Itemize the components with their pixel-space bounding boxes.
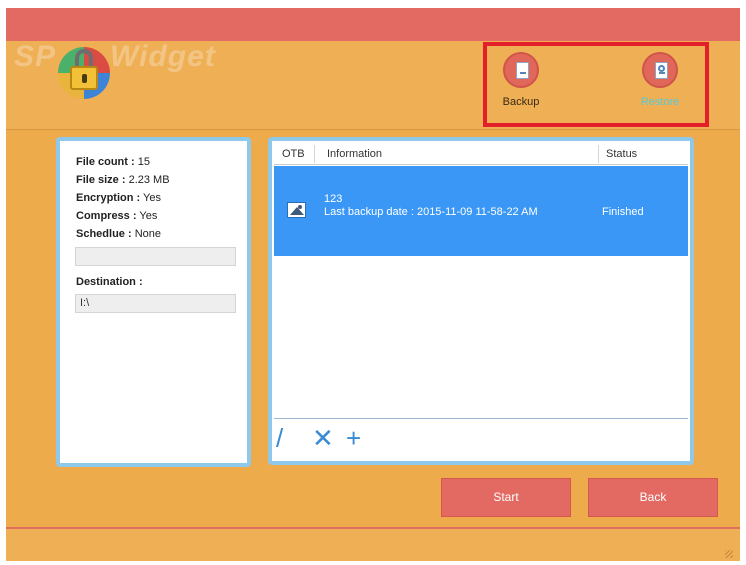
restore-icon [642,52,678,88]
destination-field[interactable]: I:\ [75,294,236,313]
app-logo-text: SP Widget [14,40,216,74]
encryption-row: Encryption : Yes [76,192,161,204]
encryption-value: Yes [143,192,161,204]
row-info: Last backup date : 2015-11-09 11-58-22 A… [324,206,538,218]
file-size-label: File size : [76,174,126,186]
table-footer-divider [274,418,688,419]
schedule-value: None [134,228,161,240]
file-count-value: 15 [137,156,150,168]
schedule-row: Schedlue : None [76,228,161,240]
edit-icon[interactable]: / [276,423,283,453]
compress-label: Compress : [76,210,137,222]
row-name: 123 [324,193,343,205]
column-information[interactable]: Information [327,148,382,160]
schedule-field[interactable] [75,247,236,266]
compress-value: Yes [139,210,158,222]
back-button[interactable]: Back [588,478,718,517]
title-bar[interactable] [6,8,740,41]
delete-icon[interactable]: ✕ [312,423,334,453]
status-bar [6,527,740,561]
file-count-label: File count : [76,156,135,168]
lock-icon [70,47,98,91]
compress-row: Compress : Yes [76,210,157,222]
backup-button[interactable]: Backup [486,52,556,118]
column-status[interactable]: Status [606,148,637,160]
file-size-row: File size : 2.23 MB [76,174,170,186]
backup-list-panel: OTB Information Status 123 Last backup d… [268,137,694,465]
destination-row: Destination : [76,276,143,288]
image-icon [287,202,306,218]
start-button[interactable]: Start [441,478,571,517]
backup-icon [503,52,539,88]
restore-button[interactable]: Restore [625,52,695,118]
encryption-label: Encryption : [76,192,141,204]
add-icon[interactable]: + [346,423,361,453]
file-count-row: File count : 15 [76,156,150,168]
column-otb[interactable]: OTB [282,148,305,160]
destination-label: Destination : [76,276,143,288]
logo-text-right: Widget [110,40,216,73]
logo-text-left: SP [14,40,57,73]
restore-label: Restore [640,96,680,108]
backup-summary-panel: File count : 15 File size : 2.23 MB Encr… [56,137,251,467]
file-size-value: 2.23 MB [128,174,170,186]
row-status: Finished [602,206,644,218]
schedule-label: Schedlue : [76,228,132,240]
table-header: OTB Information Status [274,143,688,165]
resize-grip[interactable] [725,550,733,558]
backup-label: Backup [502,96,540,108]
table-row[interactable]: 123 Last backup date : 2015-11-09 11-58-… [274,166,688,256]
